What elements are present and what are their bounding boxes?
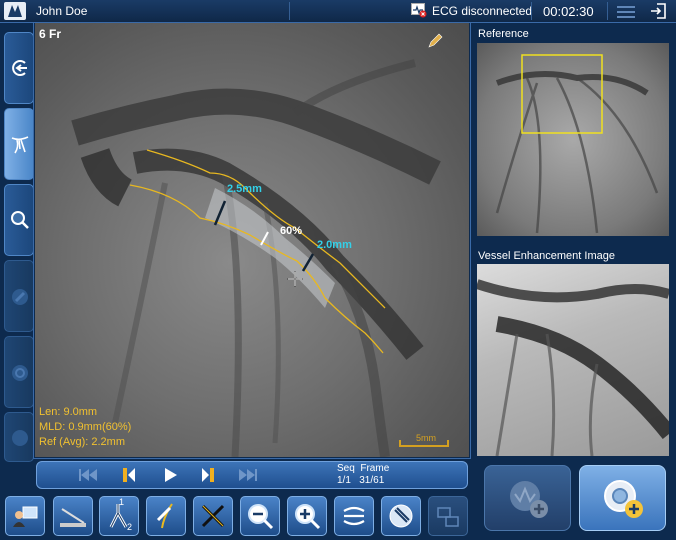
bifurcation-button[interactable]: 1 2 (99, 496, 139, 536)
add-vessel-analysis-button[interactable] (484, 465, 571, 531)
ref-avg-stat: Ref (Avg): 2.2mm (39, 436, 125, 448)
disabled-tool-button[interactable] (4, 260, 34, 332)
length-stat: Len: 9.0mm (39, 406, 98, 418)
vessel-enhancement-image[interactable] (477, 264, 669, 456)
zoom-analysis-button[interactable] (4, 184, 34, 256)
badge-one: 1 (119, 497, 125, 507)
add-waveform-icon (510, 481, 548, 518)
ecg-icon (411, 3, 427, 18)
first-frame-icon[interactable] (77, 467, 101, 483)
add-enhancement-button[interactable] (579, 465, 666, 531)
vessel-analysis-button[interactable] (4, 108, 34, 180)
cycle-icon (12, 430, 28, 446)
reference-angiogram (495, 54, 659, 234)
scale-bar: 5mm (399, 433, 449, 449)
add-lens-icon (604, 480, 643, 518)
app-logo-icon (4, 2, 26, 20)
playback-bar: Seq Frame 1/1 31/61 (36, 461, 468, 489)
angiogram-image (71, 59, 441, 457)
disabled-tool-button[interactable] (4, 412, 34, 462)
export-button[interactable] (5, 496, 45, 536)
proximal-diameter-label: 2.5mm (227, 183, 262, 195)
patient-name: John Doe (36, 4, 88, 18)
play-icon[interactable] (161, 466, 179, 484)
enhanced-angiogram (477, 279, 669, 456)
layout-button[interactable] (428, 496, 468, 536)
workstation-user-icon (13, 506, 38, 527)
stent-icon (12, 289, 28, 305)
previous-frame-icon[interactable] (119, 466, 137, 484)
pencil-icon[interactable] (427, 33, 443, 54)
contrast-button[interactable] (334, 496, 374, 536)
measurement-stats: Len: 9.0mm MLD: 0.9mm(60%) Ref (Avg): 2.… (39, 405, 131, 450)
menu-icon[interactable] (617, 5, 635, 23)
frame-value: 31/61 (359, 475, 385, 486)
zoom-out-button[interactable] (240, 496, 280, 536)
calibration-button[interactable] (53, 496, 93, 536)
last-frame-icon[interactable] (235, 467, 259, 483)
divider (289, 2, 290, 20)
reference-panel-title: Reference (478, 28, 529, 40)
stent-view-button[interactable] (381, 496, 421, 536)
distal-diameter-label: 2.0mm (317, 239, 352, 251)
seq-frame-info: Seq Frame 1/1 31/61 (337, 463, 389, 487)
vessel-edit-button[interactable] (146, 496, 186, 536)
zoom-in-icon (295, 504, 321, 530)
elapsed-timer: 00:02:30 (543, 4, 594, 19)
badge-two: 2 (127, 522, 133, 532)
top-bar: John Doe ECG disconnected 00:02:30 (0, 0, 676, 23)
vessel-segment-icon (156, 503, 173, 529)
zoom-out-icon (248, 504, 274, 530)
divider (607, 2, 608, 20)
scale-label: 5mm (416, 433, 436, 443)
back-arrow-icon (12, 60, 27, 76)
mld-stat: MLD: 0.9mm(60%) (39, 421, 132, 433)
exit-icon[interactable] (649, 2, 667, 25)
catheter-size-label: 6 Fr (39, 27, 62, 41)
cross-tool-button[interactable] (193, 496, 233, 536)
seq-value: 1/1 (337, 475, 351, 486)
ecg-status-text: ECG disconnected (432, 4, 533, 18)
angiogram-view[interactable]: 6 Fr 2.5mm 60% 2.0mm Len: 9.0mm MLD: 0.9… (35, 23, 469, 457)
screen-swap-icon (437, 507, 459, 527)
catheter-ruler-icon (60, 508, 86, 527)
vessel-tree-icon (11, 136, 29, 154)
next-frame-icon[interactable] (200, 466, 218, 484)
reference-image[interactable] (477, 43, 669, 236)
divider (531, 2, 532, 20)
back-button[interactable] (4, 32, 34, 104)
stent-disc-icon (389, 504, 413, 528)
zoom-in-button[interactable] (287, 496, 327, 536)
cross-lines-icon (201, 504, 225, 528)
seq-label: Seq (337, 463, 355, 474)
magnifier-icon (11, 211, 29, 229)
ring-icon (12, 365, 28, 381)
enhancement-panel-title: Vessel Enhancement Image (478, 250, 615, 262)
disabled-tool-button[interactable] (4, 336, 34, 408)
contrast-swap-icon (343, 506, 365, 526)
stenosis-percent-label: 60% (280, 225, 303, 237)
frame-label: Frame (360, 463, 390, 474)
